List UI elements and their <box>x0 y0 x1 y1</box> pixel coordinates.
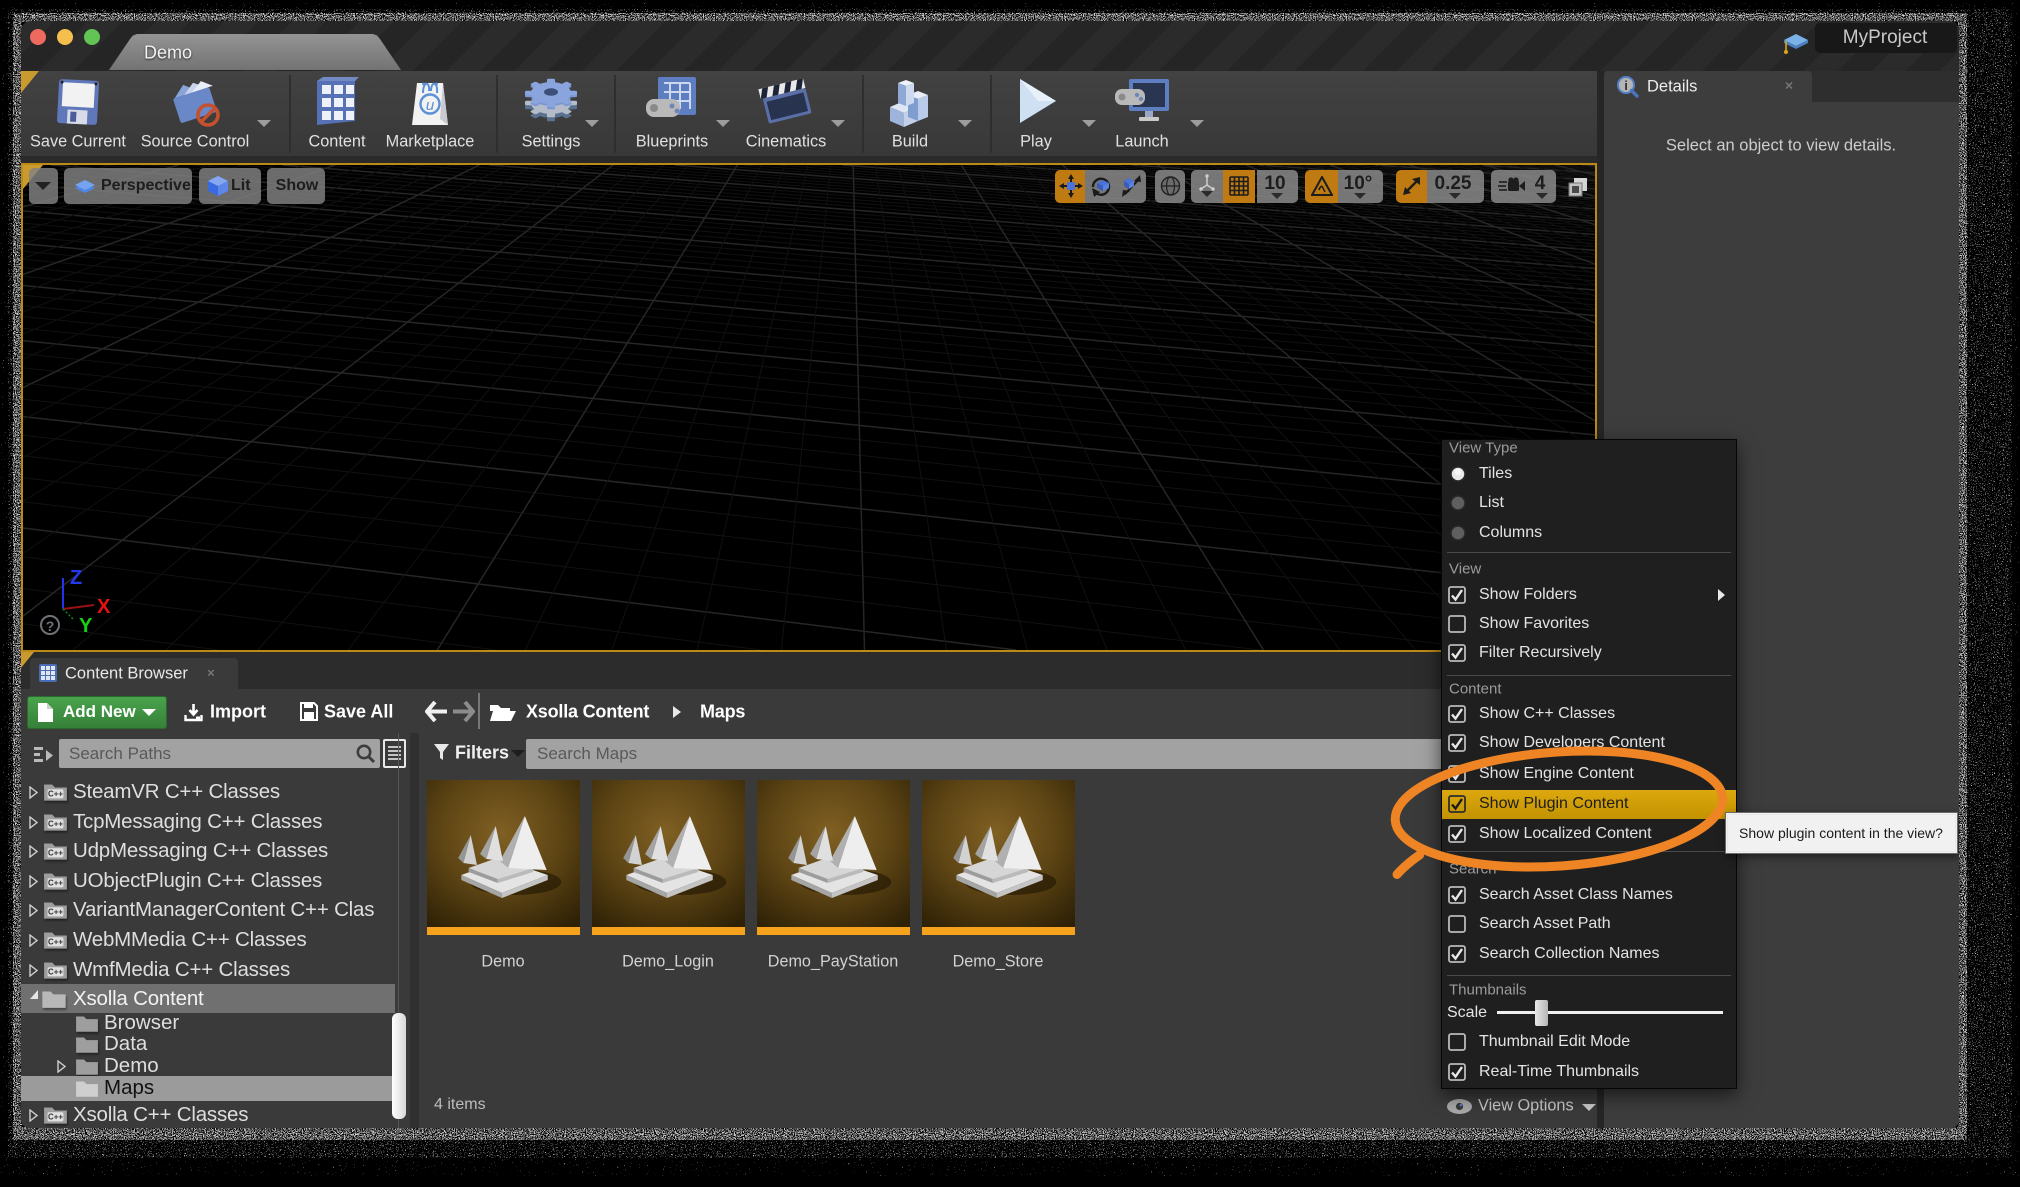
svg-text:?: ? <box>46 618 55 634</box>
svg-text:i: i <box>1624 78 1628 93</box>
svg-text:Z: Z <box>70 567 82 589</box>
svg-text:C++: C++ <box>48 790 63 799</box>
svg-text:C++: C++ <box>48 849 63 858</box>
svg-text:C++: C++ <box>48 820 63 829</box>
svg-text:u: u <box>426 97 435 114</box>
svg-text:C++: C++ <box>48 968 63 977</box>
svg-text:C++: C++ <box>48 938 63 947</box>
svg-text:X: X <box>97 596 111 618</box>
svg-text:C++: C++ <box>48 879 63 888</box>
svg-text:C++: C++ <box>48 1113 63 1122</box>
svg-text:Y: Y <box>79 615 93 637</box>
svg-text:C++: C++ <box>48 908 63 917</box>
